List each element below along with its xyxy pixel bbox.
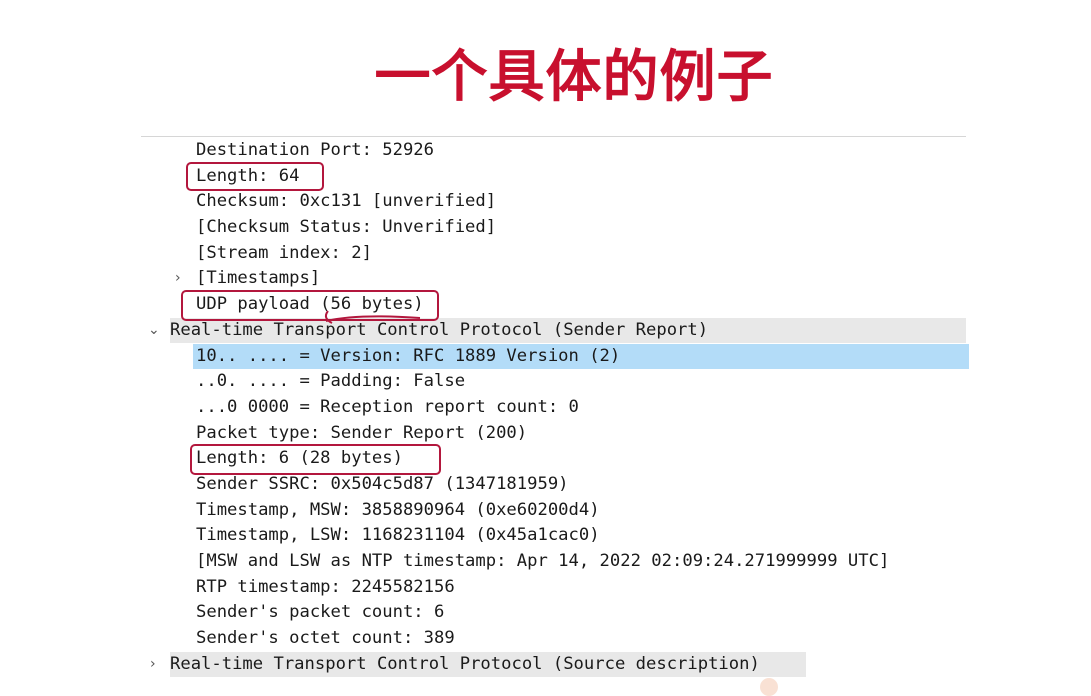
- tree-row-timestamps[interactable]: [Timestamps]: [196, 266, 320, 291]
- tree-row-destination-port[interactable]: Destination Port: 52926: [196, 138, 434, 163]
- slide-title: 一个具体的例子: [374, 45, 774, 110]
- tree-row-sender-octet-count[interactable]: Sender's octet count: 389: [196, 626, 455, 651]
- tree-row-timestamp-msw[interactable]: Timestamp, MSW: 3858890964 (0xe60200d4): [196, 498, 600, 523]
- tree-row-checksum-status[interactable]: [Checksum Status: Unverified]: [196, 215, 496, 240]
- tree-row-padding[interactable]: ..0. .... = Padding: False: [196, 369, 465, 394]
- tree-row-packet-type[interactable]: Packet type: Sender Report (200): [196, 421, 527, 446]
- tree-row-rtp-timestamp[interactable]: RTP timestamp: 2245582156: [196, 575, 455, 600]
- chevron-right-icon[interactable]: ›: [175, 266, 181, 291]
- highlight-box-udp-length: [186, 162, 324, 191]
- tree-row-ntp-timestamp[interactable]: [MSW and LSW as NTP timestamp: Apr 14, 2…: [196, 549, 889, 574]
- cursor-dot: [760, 678, 778, 696]
- chevron-right-icon[interactable]: ›: [150, 652, 156, 677]
- tree-row-rtcp-sender-report[interactable]: Real-time Transport Control Protocol (Se…: [170, 318, 966, 343]
- tree-row-reception-report-count[interactable]: ...0 0000 = Reception report count: 0: [196, 395, 579, 420]
- tree-row-timestamp-lsw[interactable]: Timestamp, LSW: 1168231104 (0x45a1cac0): [196, 523, 600, 548]
- tree-row-rtcp-source-description[interactable]: Real-time Transport Control Protocol (So…: [170, 652, 806, 677]
- tree-row-sender-packet-count[interactable]: Sender's packet count: 6: [196, 600, 444, 625]
- underline-stroke: [324, 310, 421, 324]
- tree-row-checksum[interactable]: Checksum: 0xc131 [unverified]: [196, 189, 496, 214]
- title-divider: [141, 136, 966, 137]
- highlight-box-rtcp-length: [190, 444, 441, 475]
- tree-row-sender-ssrc[interactable]: Sender SSRC: 0x504c5d87 (1347181959): [196, 472, 569, 497]
- tree-row-version-selected[interactable]: 10.. .... = Version: RFC 1889 Version (2…: [193, 344, 969, 369]
- tree-row-stream-index[interactable]: [Stream index: 2]: [196, 241, 372, 266]
- chevron-down-icon[interactable]: ⌄: [148, 318, 160, 343]
